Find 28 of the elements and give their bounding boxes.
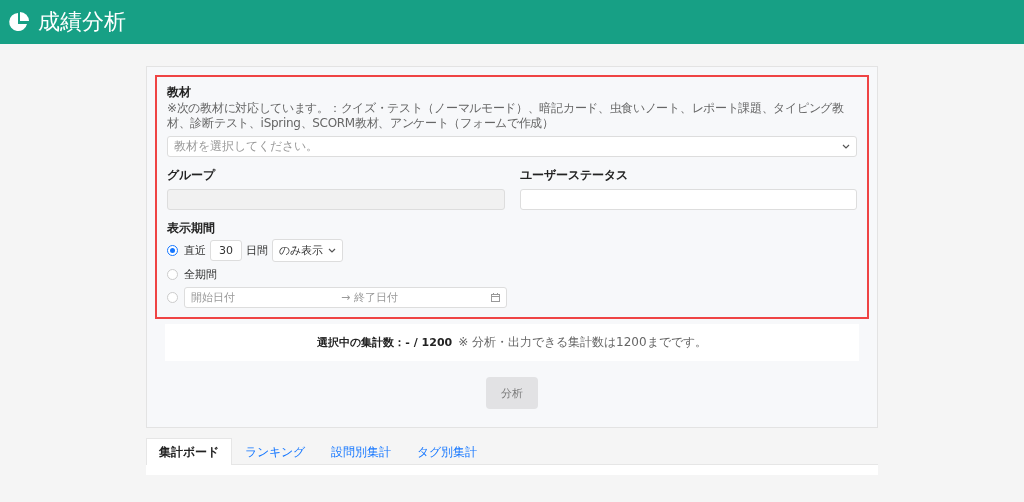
tab[interactable]: タグ別集計 [404,438,490,465]
material-select[interactable]: 教材を選択してください。 [167,136,857,157]
field-label: グループ [167,167,217,184]
tab[interactable]: 集計ボード [146,438,232,465]
option-label: 全期間 [184,267,217,282]
tab[interactable]: 設問別集計 [318,438,404,465]
pie-chart-icon [8,11,30,33]
chevron-down-icon [328,248,336,253]
arrow-icon: → [341,291,351,304]
page-title: 成績分析 [38,8,126,36]
field-note: ※次の教材に対応しています。：クイズ・テスト（ノーマルモード）、暗記カード、虫食いノート、レポート課題、タイピング教材、診断テスト、iSpring、SCORM教材、アンケート（フォームで作成） [167,101,845,131]
date-range-field[interactable]: 開始日付 → 終了日付 [184,287,507,308]
chevron-down-icon [842,144,850,149]
field-label: 教材 [167,84,192,101]
mode-dropdown[interactable]: のみ表示 [272,239,343,262]
field-label: ユーザーステータス [519,167,629,184]
user-status-field[interactable] [519,189,857,210]
summary-count: 選択中の集計数：- / 1200 [317,335,453,350]
radio-button[interactable] [167,245,178,256]
unit-label: 日間 [246,243,268,258]
tab[interactable]: ランキング [232,438,318,465]
calendar-icon [491,293,500,302]
days-field[interactable]: 30 [210,240,242,261]
radio-button[interactable] [167,292,178,303]
option-label: 直近 [184,243,206,258]
field-label: 表示期間 [167,220,216,237]
radio-button[interactable] [167,269,178,280]
summary-note: ※ 分析・出力できる集計数は1200までです。 [458,334,707,351]
